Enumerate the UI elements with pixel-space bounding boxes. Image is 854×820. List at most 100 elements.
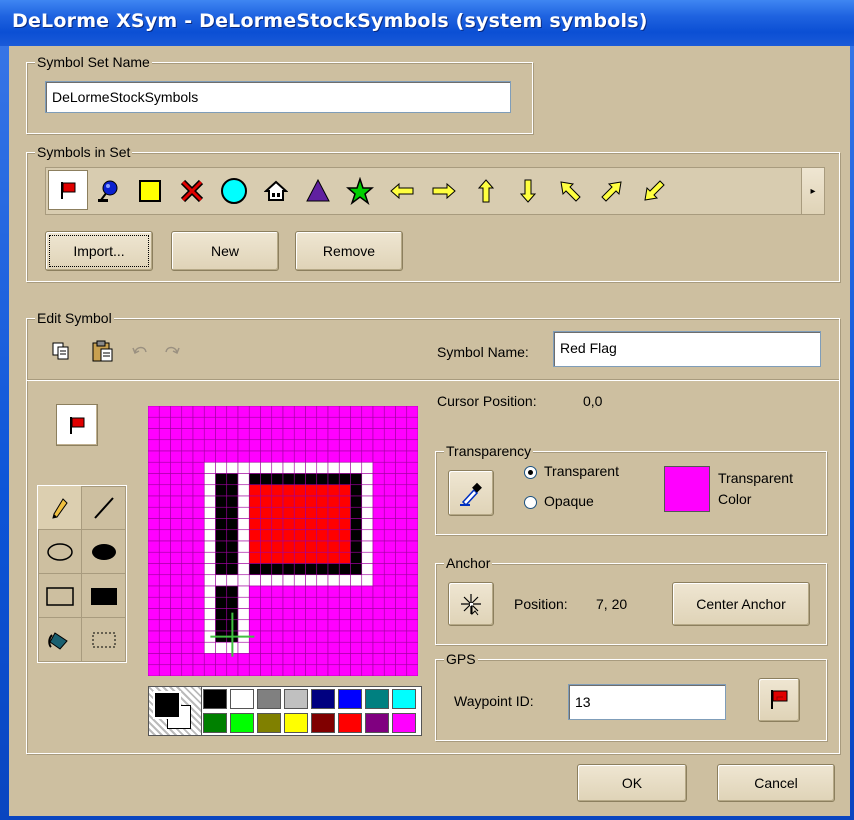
cancel-button[interactable]: Cancel [717,764,835,802]
red-flag-icon[interactable] [48,170,88,210]
palette-swatch[interactable] [338,689,362,709]
palette-swatch[interactable] [257,713,281,733]
palette-swatch[interactable] [284,689,308,709]
copy-icon[interactable] [51,341,71,361]
eyedropper-icon [460,482,482,507]
transparent-label: Transparent [544,463,619,479]
anchor-legend: Anchor [444,554,493,572]
rect-filled-tool-icon[interactable] [82,574,126,618]
waypoint-symbol-button[interactable] [758,678,800,722]
cyan-circle-icon[interactable] [214,171,254,211]
edit-divider [27,379,839,381]
gps-group: GPS Waypoint ID: 13 [435,650,827,741]
anchor-position-label: Position: [514,596,568,612]
symbol-name-input[interactable]: Red Flag [553,331,821,367]
set-anchor-button[interactable] [448,582,494,626]
red-flag-preview-icon [70,417,85,434]
palette-swatch[interactable] [284,713,308,733]
symbols-in-set-group: Symbols in Set ▸ Import... New Remove [26,143,840,282]
center-anchor-button[interactable]: Center Anchor [672,582,810,626]
window-title: DeLorme XSym - DeLormeStockSymbols (syst… [12,10,648,32]
blue-pin-icon[interactable] [88,171,128,211]
select-tool-icon[interactable] [82,618,126,662]
redo-icon[interactable] [163,343,181,359]
palette-swatch[interactable] [365,689,389,709]
import-button[interactable]: Import... [45,231,153,271]
arrow-up-right-icon[interactable] [592,171,632,211]
palette-swatch[interactable] [311,713,335,733]
red-x-icon[interactable] [172,171,212,211]
palette-swatch[interactable] [365,713,389,733]
line-tool-icon[interactable] [82,486,126,530]
scroll-right-button[interactable]: ▸ [801,168,824,214]
palette-swatch[interactable] [230,713,254,733]
palette-swatches [203,687,421,735]
red-flag-waypoint-icon [771,690,788,709]
transparent-radio[interactable] [524,466,537,479]
symbol-name-label: Symbol Name: [437,344,529,360]
waypoint-id-label: Waypoint ID: [454,693,534,709]
new-button[interactable]: New [171,231,279,271]
ellipse-filled-tool-icon[interactable] [82,530,126,574]
dialog-window: DeLorme XSym - DeLormeStockSymbols (syst… [0,0,854,820]
green-star-icon[interactable] [340,171,380,211]
ellipse-outline-tool-icon[interactable] [38,530,82,574]
pencil-tool-icon[interactable] [38,486,82,530]
anchor-crosshair-icon [461,594,481,616]
color-palette [148,686,422,736]
transparent-color-label-line2: Color [718,491,752,507]
symbols-in-set-legend: Symbols in Set [35,143,133,161]
symbol-preview [56,404,98,446]
tool-palette [37,485,127,663]
palette-swatch[interactable] [203,713,227,733]
palette-swatch[interactable] [257,689,281,709]
purple-triangle-icon[interactable] [298,171,338,211]
palette-swatch[interactable] [392,713,416,733]
arrow-left-icon[interactable] [382,171,422,211]
gps-legend: GPS [444,650,478,668]
arrow-down-icon[interactable] [508,171,548,211]
symbol-set-legend: Symbol Set Name [35,53,152,71]
pixel-editor-canvas[interactable] [147,405,419,677]
cursor-position-label: Cursor Position: [437,393,537,409]
waypoint-id-input[interactable]: 13 [568,684,726,720]
symbol-strip: ▸ [45,167,825,215]
edit-symbol-legend: Edit Symbol [35,309,114,327]
paste-icon[interactable] [91,339,115,363]
transparent-color-label-line1: Transparent [718,470,793,486]
palette-swatch[interactable] [338,713,362,733]
ok-button[interactable]: OK [577,764,687,802]
edit-symbol-group: Edit Symbol Symbol Name: Red Flag Cursor… [26,309,840,754]
palette-swatch[interactable] [203,689,227,709]
fill-bucket-tool-icon[interactable] [38,618,82,662]
eyedropper-button[interactable] [448,470,494,516]
transparent-color-swatch[interactable] [664,466,710,512]
arrow-down-left-icon[interactable] [634,171,674,211]
house-icon[interactable] [256,171,296,211]
undo-icon[interactable] [131,343,149,359]
palette-swatch[interactable] [230,689,254,709]
yellow-square-icon[interactable] [130,171,170,211]
remove-button[interactable]: Remove [295,231,403,271]
symbol-set-group: Symbol Set Name DeLormeStockSymbols [26,53,533,134]
pixel-grid[interactable] [147,405,419,677]
arrow-right-icon[interactable] [424,171,464,211]
palette-swatch[interactable] [311,689,335,709]
radio-dot [528,470,533,475]
anchor-position-value: 7, 20 [596,596,628,612]
scroll-right-arrow-icon: ▸ [810,185,816,197]
symbol-set-name-input[interactable]: DeLormeStockSymbols [45,81,511,113]
palette-swatch[interactable] [392,689,416,709]
opaque-radio[interactable] [524,496,537,509]
rect-outline-tool-icon[interactable] [38,574,82,618]
current-colors[interactable] [149,687,202,735]
cursor-position-value: 0,0 [583,393,603,409]
transparency-legend: Transparency [444,442,534,460]
dialog-body: Symbol Set Name DeLormeStockSymbols Symb… [9,46,850,816]
transparency-group: Transparency Transparent Opaque Transpar… [435,442,827,535]
anchor-group: Anchor Position: 7, 20 Center Anchor [435,554,827,645]
arrow-up-icon[interactable] [466,171,506,211]
primary-color-swatch[interactable] [155,693,179,717]
arrow-up-left-icon[interactable] [550,171,590,211]
title-bar[interactable]: DeLorme XSym - DeLormeStockSymbols (syst… [0,0,854,46]
